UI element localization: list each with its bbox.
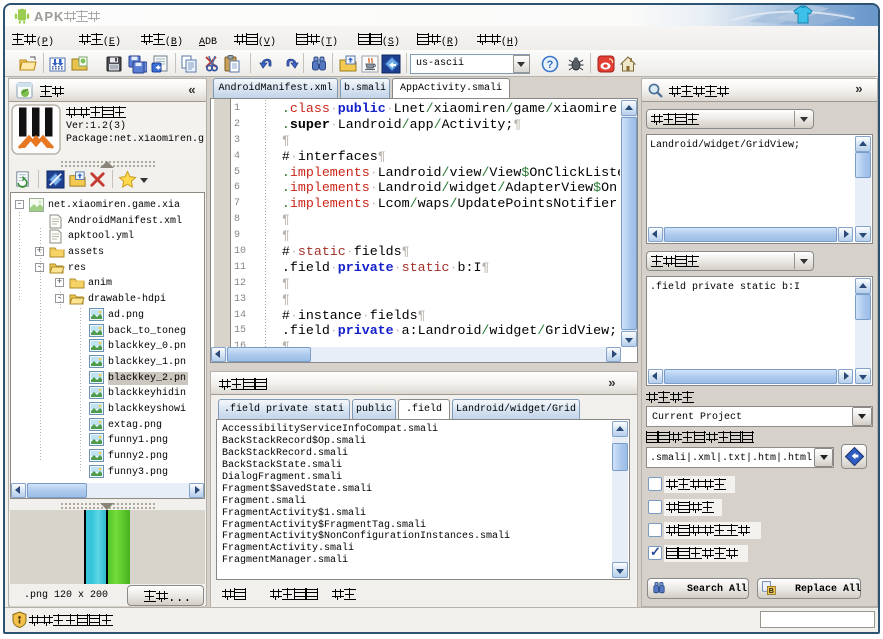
- svg-text:B: B: [769, 586, 774, 595]
- svg-text:?: ?: [547, 59, 554, 71]
